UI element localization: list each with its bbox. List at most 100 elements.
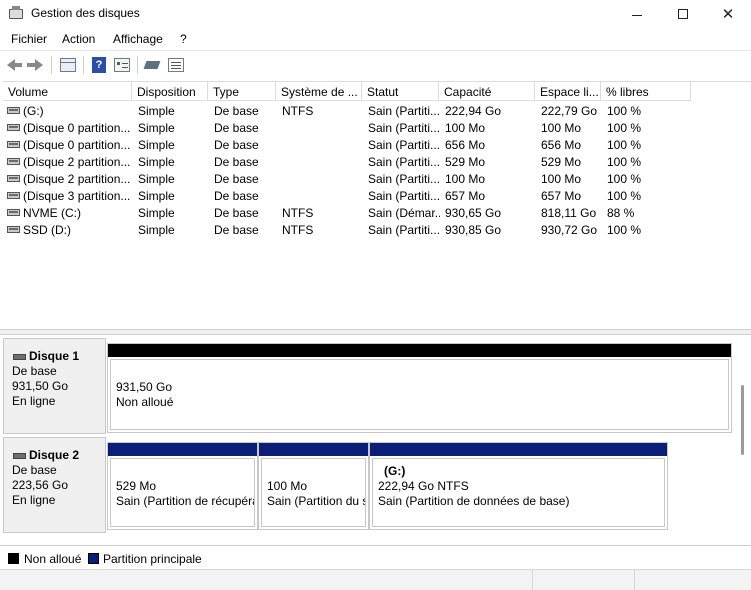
cell-volume: (Disque 2 partition...	[23, 172, 131, 186]
column-header-type[interactable]: Type	[208, 82, 276, 101]
disk-management-icon	[8, 6, 24, 20]
cell-disposition: Simple	[138, 155, 175, 169]
legend-label-primary: Partition principale	[103, 552, 202, 566]
partition-desc: Sain (Partition de récupéra	[116, 494, 255, 508]
cell-pct-libres: 100 %	[607, 155, 642, 169]
cell-type: De base	[214, 138, 259, 152]
cell-capacite: 657 Mo	[445, 189, 486, 203]
menu-action[interactable]: Action	[62, 32, 95, 46]
legend-swatch-unallocated	[8, 553, 19, 564]
partition-g-drive[interactable]: (G:) 222,94 Go NTFS Sain (Partition de d…	[369, 442, 668, 530]
disk-2-label[interactable]: Disque 2 De base 223,56 Go En ligne	[3, 437, 106, 533]
cell-espace-libre: 100 Mo	[541, 172, 582, 186]
column-header-disposition[interactable]: Disposition	[132, 82, 208, 101]
cell-type: De base	[214, 155, 259, 169]
cell-volume: SSD (D:)	[23, 223, 71, 237]
cell-pct-libres: 100 %	[607, 138, 642, 152]
volume-icon	[7, 192, 20, 199]
partition-desc: Sain (Partition du s	[267, 494, 366, 508]
disk-size: 223,56 Go	[12, 478, 69, 492]
cell-pct-libres: 88 %	[607, 206, 635, 220]
column-header-volume[interactable]: Volume	[3, 82, 132, 101]
cell-statut: Sain (Partiti...	[368, 172, 440, 186]
status-panel	[634, 570, 751, 590]
legend-label-unallocated: Non alloué	[24, 552, 82, 566]
back-arrow-icon[interactable]	[5, 55, 25, 75]
table-row[interactable]: (Disque 0 partition... Simple De base Sain …	[3, 119, 751, 136]
minimize-button[interactable]	[614, 0, 660, 28]
forward-arrow-icon[interactable]	[27, 55, 47, 75]
menu-fichier[interactable]: Fichier	[11, 32, 47, 46]
toolbar-separator	[83, 56, 84, 74]
maximize-button[interactable]	[660, 0, 706, 28]
cell-type: De base	[214, 189, 259, 203]
disk-type: De base	[12, 364, 57, 378]
list-view-icon[interactable]	[166, 55, 186, 75]
column-header-capacite[interactable]: Capacité	[439, 82, 535, 101]
cell-espace-libre: 818,11 Go	[541, 206, 597, 220]
volume-icon	[7, 141, 20, 148]
partition-system[interactable]: 100 Mo Sain (Partition du s	[258, 442, 369, 530]
cell-pct-libres: 100 %	[607, 104, 642, 118]
partition-recovery[interactable]: 529 Mo Sain (Partition de récupéra	[107, 442, 258, 530]
cell-espace-libre: 100 Mo	[541, 121, 582, 135]
cell-volume: (Disque 0 partition...	[23, 121, 131, 135]
partition-bar	[108, 443, 257, 456]
column-header-statut[interactable]: Statut	[362, 82, 439, 101]
cell-capacite: 222,94 Go	[445, 104, 502, 118]
disk-list-icon[interactable]	[58, 55, 78, 75]
cell-filesystem: NTFS	[282, 223, 314, 237]
cell-volume: (G:)	[23, 104, 44, 118]
cell-volume: NVME (C:)	[23, 206, 81, 220]
column-header-pct-libres[interactable]: % libres	[601, 82, 691, 101]
title-bar: Gestion des disques ✕	[0, 0, 751, 28]
cell-espace-libre: 529 Mo	[541, 155, 582, 169]
help-icon[interactable]: ?	[89, 55, 109, 75]
volume-icon	[7, 175, 20, 182]
partition-size: 529 Mo	[116, 479, 157, 493]
cell-statut: Sain (Partiti...	[368, 121, 440, 135]
close-button[interactable]: ✕	[705, 0, 751, 28]
toolbar: ?	[0, 50, 751, 78]
menu-affichage[interactable]: Affichage	[113, 32, 163, 46]
partition-bar	[370, 443, 667, 456]
table-row[interactable]: (Disque 3 partition... Simple De base Sain …	[3, 187, 751, 204]
table-row[interactable]: (Disque 2 partition... Simple De base Sain …	[3, 153, 751, 170]
partition-desc: Sain (Partition de données de base)	[378, 494, 570, 508]
status-panel	[532, 570, 634, 590]
volume-icon	[7, 124, 20, 131]
cell-volume: (Disque 0 partition...	[23, 138, 131, 152]
cell-capacite: 930,65 Go	[445, 206, 502, 220]
cell-volume: (Disque 3 partition...	[23, 189, 131, 203]
menu-help[interactable]: ?	[180, 32, 187, 46]
graph-scrollbar[interactable]	[741, 385, 744, 455]
cell-type: De base	[214, 104, 259, 118]
table-row[interactable]: (G:) Simple De base NTFS Sain (Partiti... 222…	[3, 102, 751, 119]
column-header-filesystem[interactable]: Système de ...	[276, 82, 362, 101]
cell-espace-libre: 930,72 Go	[541, 223, 598, 237]
table-row[interactable]: (Disque 0 partition... Simple De base Sain …	[3, 136, 751, 153]
volume-icon	[7, 226, 20, 233]
table-row[interactable]: SSD (D:) Simple De base NTFS Sain (Partiti..…	[3, 221, 751, 238]
partition-size: 100 Mo	[267, 479, 308, 493]
partition-size: 931,50 Go	[116, 380, 173, 394]
cell-statut: Sain (Partiti...	[368, 104, 440, 118]
cell-disposition: Simple	[138, 104, 175, 118]
cell-disposition: Simple	[138, 189, 175, 203]
partition-bar	[259, 443, 368, 456]
column-header-espace-libre[interactable]: Espace li...	[535, 82, 601, 101]
properties-icon[interactable]	[112, 55, 132, 75]
legend: Non alloué Partition principale	[0, 545, 751, 569]
cell-espace-libre: 656 Mo	[541, 138, 582, 152]
disk-size: 931,50 Go	[12, 379, 69, 393]
partition-unallocated[interactable]: 931,50 Go Non alloué	[107, 343, 732, 433]
cell-type: De base	[214, 223, 259, 237]
connect-icon[interactable]	[143, 55, 163, 75]
cell-statut: Sain (Partiti...	[368, 189, 440, 203]
cell-pct-libres: 100 %	[607, 172, 642, 186]
table-row[interactable]: NVME (C:) Simple De base NTFS Sain (Démar...…	[3, 204, 751, 221]
cell-type: De base	[214, 121, 259, 135]
partition-title: (G:)	[384, 464, 406, 478]
disk-1-label[interactable]: Disque 1 De base 931,50 Go En ligne	[3, 338, 106, 434]
table-row[interactable]: (Disque 2 partition... Simple De base Sain …	[3, 170, 751, 187]
